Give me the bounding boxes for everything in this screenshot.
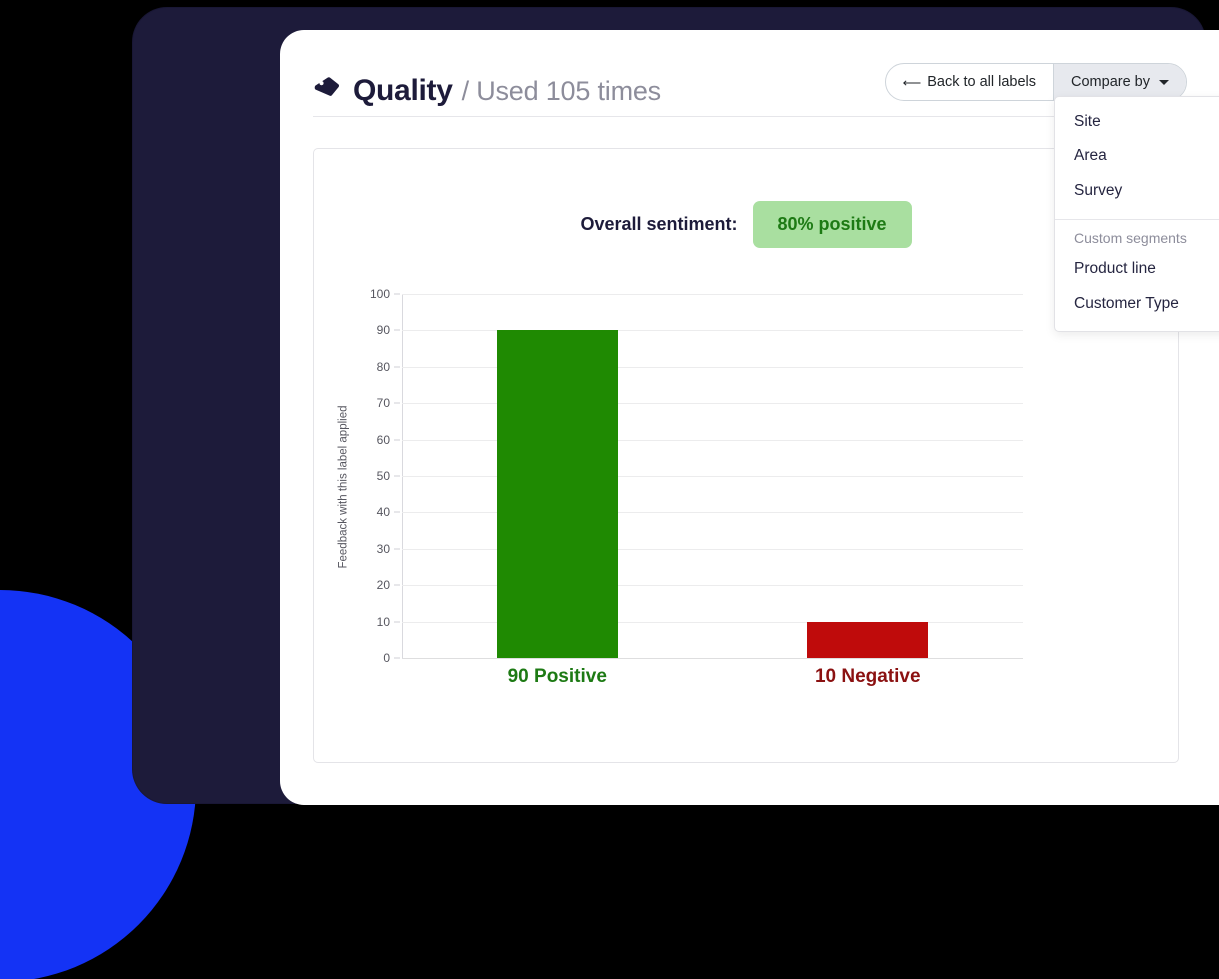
overall-sentiment-row: Overall sentiment: 80% positive <box>314 201 1178 248</box>
bar-category-label: 90 Positive <box>507 666 607 687</box>
compare-by-dropdown-menu[interactable]: Site Area Survey Custom segments Product… <box>1054 96 1219 333</box>
y-axis-tick-label: 40 <box>376 505 390 520</box>
chevron-down-icon <box>1159 79 1169 85</box>
app-card: Quality / Used 105 times ⟵ Back to all l… <box>280 30 1219 805</box>
page-title-suffix: / Used 105 times <box>461 76 662 106</box>
chart-panel: Overall sentiment: 80% positive Feedback… <box>313 148 1179 763</box>
y-axis-tick-mark <box>394 548 400 550</box>
y-axis-tick-label: 30 <box>376 541 390 556</box>
menu-divider <box>1055 219 1219 221</box>
compare-by-label: Compare by <box>1071 74 1150 90</box>
back-to-all-labels-button[interactable]: ⟵ Back to all labels <box>886 64 1055 100</box>
back-to-all-labels-label: Back to all labels <box>927 74 1037 90</box>
y-axis-tick-label: 50 <box>376 469 390 483</box>
y-axis-tick-label: 70 <box>376 396 390 411</box>
bar-category-label: 10 Negative <box>814 666 921 687</box>
y-axis-tick-label: 60 <box>376 432 390 447</box>
compare-by-button[interactable]: Compare by <box>1054 64 1186 100</box>
bar-chart: Feedback with this label applied 100 90 80… <box>314 287 1180 694</box>
gridline <box>402 548 1023 550</box>
gridline <box>402 512 1023 514</box>
y-axis-tick-mark <box>394 402 400 404</box>
y-axis-tick-mark <box>394 439 400 441</box>
chart-bar[interactable] <box>807 621 929 658</box>
y-axis-tick-mark <box>394 329 400 331</box>
page-title: Quality <box>353 74 453 107</box>
y-axis-tick-mark <box>394 621 400 623</box>
menu-item-area[interactable]: Area <box>1055 139 1219 173</box>
y-axis-tick-label: 20 <box>376 578 390 593</box>
y-axis-tick-label: 80 <box>376 359 390 374</box>
y-axis-tick-label: 100 <box>369 287 390 301</box>
gridline <box>402 366 1023 368</box>
y-axis-tick-label: 90 <box>376 323 390 338</box>
gridline <box>402 658 1023 659</box>
y-axis-tick-mark <box>394 584 400 586</box>
menu-item-customer-type[interactable]: Customer Type <box>1055 287 1219 321</box>
page-title-block: Quality / Used 105 times <box>313 72 661 108</box>
y-axis-tick-mark <box>394 366 400 368</box>
gridline <box>402 330 1023 332</box>
gridline <box>402 621 1023 623</box>
y-axis-tick-mark <box>394 293 400 295</box>
x-axis-labels: 90 Positive 10 Negative <box>402 666 1023 706</box>
overall-sentiment-label: Overall sentiment: <box>580 214 738 234</box>
plot-area <box>402 294 1023 659</box>
menu-item-site[interactable]: Site <box>1055 105 1219 139</box>
y-axis-title: Feedback with this label applied <box>338 405 350 569</box>
gridline <box>402 476 1023 477</box>
chart-bar[interactable] <box>496 330 618 658</box>
menu-section-header-custom-segments: Custom segments <box>1074 230 1187 247</box>
y-axis-tick-label: 10 <box>376 614 390 629</box>
y-axis-ticks: 100 90 80 70 60 50 40 30 20 10 0 <box>354 287 400 665</box>
overall-sentiment-badge: 80% positive <box>752 201 912 248</box>
device-frame: Quality / Used 105 times ⟵ Back to all l… <box>133 8 1219 805</box>
y-axis-tick-label: 0 <box>383 651 390 665</box>
menu-item-product-line[interactable]: Product line <box>1055 252 1219 286</box>
y-axis-tick-mark <box>394 657 400 659</box>
menu-item-survey[interactable]: Survey <box>1055 174 1219 208</box>
gridline <box>402 294 1023 295</box>
y-axis-tick-mark <box>394 475 400 477</box>
tag-icon <box>313 75 341 103</box>
gridline <box>402 403 1023 405</box>
gridline <box>402 439 1023 441</box>
gridline <box>402 585 1023 587</box>
arrow-left-icon: ⟵ <box>902 74 922 90</box>
y-axis-tick-mark <box>394 511 400 513</box>
screenshot-stage: Quality / Used 105 times ⟵ Back to all l… <box>0 0 1219 979</box>
